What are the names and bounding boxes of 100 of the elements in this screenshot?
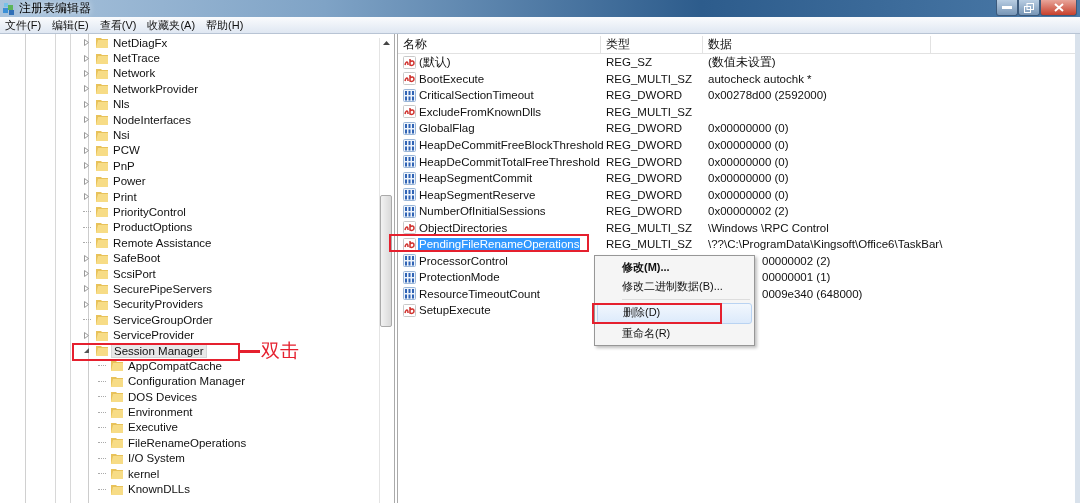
tree-item[interactable]: DOS Devices — [126, 390, 200, 403]
folder-icon — [110, 390, 124, 404]
menu-item[interactable]: 修改二进制数据(B)... — [597, 277, 752, 296]
value-type: REG_DWORD — [606, 188, 683, 201]
tree-item[interactable]: Configuration Manager — [126, 375, 247, 388]
folder-icon — [95, 344, 109, 357]
folder-icon — [95, 251, 109, 265]
value-type: REG_DWORD — [606, 155, 683, 168]
scrollbar[interactable] — [379, 38, 392, 503]
annotation-label: 双击 — [261, 339, 299, 363]
menu-item[interactable]: 文件(F) — [5, 17, 42, 33]
folder-icon — [110, 405, 124, 419]
tree-item[interactable]: ServiceProvider — [111, 329, 197, 342]
tree-item[interactable]: SecurePipeServers — [111, 282, 215, 295]
column-header[interactable]: 名称 — [398, 36, 601, 53]
value-name[interactable]: HeapSegmentCommit — [418, 172, 534, 185]
folder-icon — [95, 236, 109, 250]
value-name[interactable]: ExcludeFromKnownDlls — [418, 105, 543, 118]
maximize-button[interactable] — [1018, 0, 1040, 16]
value-type: REG_MULTI_SZ — [606, 238, 693, 251]
tree-item[interactable]: ProductOptions — [111, 221, 195, 234]
folder-icon — [95, 190, 109, 204]
folder-icon — [110, 420, 124, 434]
string-value-icon — [403, 55, 416, 69]
value-data: autocheck autochk * — [708, 72, 812, 85]
folder-icon — [95, 220, 109, 234]
column-header[interactable]: 类型 — [601, 36, 703, 53]
folder-icon — [95, 267, 109, 281]
tree-item[interactable]: NodeInterfaces — [111, 113, 193, 126]
value-data: 0x00278d00 (2592000) — [708, 89, 827, 102]
string-value-icon — [403, 221, 416, 235]
tree-item[interactable]: SafeBoot — [111, 252, 163, 265]
scroll-up-icon[interactable] — [382, 41, 390, 45]
folder-icon — [95, 159, 109, 173]
binary-value-icon — [403, 270, 416, 284]
binary-value-icon — [403, 204, 416, 218]
tree-item[interactable]: PCW — [111, 144, 142, 157]
tree-item[interactable]: SecurityProviders — [111, 298, 206, 311]
value-name[interactable]: (默认) — [418, 54, 452, 70]
value-type: REG_DWORD — [606, 89, 683, 102]
value-type: REG_SZ — [606, 56, 652, 69]
binary-value-icon — [403, 138, 416, 152]
value-data: \??\C:\ProgramData\Kingsoft\Office6\TaskBar\ — [708, 238, 943, 251]
tree-item[interactable]: NetTrace — [111, 52, 162, 65]
tree-item[interactable]: Network — [111, 67, 158, 80]
tree-item[interactable]: I/O System — [126, 452, 187, 465]
tree-item[interactable]: Power — [111, 175, 148, 188]
menu-item[interactable]: 帮助(H) — [206, 17, 244, 33]
tree-item[interactable]: AppCompatCache — [126, 359, 224, 372]
tree-item[interactable]: Nsi — [111, 129, 132, 142]
folder-icon — [95, 328, 109, 342]
value-name[interactable]: ObjectDirectories — [418, 221, 509, 234]
tree-item[interactable]: Environment — [126, 406, 195, 419]
scrollbar-thumb[interactable] — [380, 195, 392, 327]
menu-item[interactable]: 修改(M)... — [597, 258, 752, 277]
close-button[interactable] — [1040, 0, 1077, 16]
value-type: REG_MULTI_SZ — [606, 221, 693, 234]
value-name[interactable]: ProtectionMode — [418, 271, 501, 284]
tree-item[interactable]: PriorityControl — [111, 206, 188, 218]
value-data: 0009e340 (648000) — [762, 287, 863, 300]
menu-item[interactable]: 查看(V) — [99, 17, 137, 33]
value-name[interactable]: GlobalFlag — [418, 122, 476, 135]
string-value-icon — [403, 105, 416, 119]
value-type: REG_DWORD — [606, 172, 683, 185]
value-name[interactable]: HeapSegmentReserve — [418, 188, 537, 201]
value-type: REG_DWORD — [606, 205, 683, 218]
tree-item[interactable]: PnP — [111, 159, 137, 172]
tree-item[interactable]: NetDiagFx — [111, 36, 170, 49]
string-value-icon — [403, 237, 416, 251]
folder-icon — [95, 143, 109, 157]
minimize-button[interactable] — [996, 0, 1018, 16]
value-name[interactable]: ResourceTimeoutCount — [418, 287, 542, 300]
value-name[interactable]: SetupExecute — [418, 304, 492, 317]
binary-value-icon — [403, 155, 416, 169]
folder-icon — [110, 359, 124, 373]
value-data: 0x00000000 (0) — [708, 139, 789, 151]
tree-item[interactable]: kernel — [126, 467, 162, 480]
tree-item[interactable]: FileRenameOperations — [126, 436, 249, 449]
value-name[interactable]: ProcessorControl — [418, 254, 509, 267]
value-name[interactable]: BootExecute — [418, 72, 486, 85]
tree-item[interactable]: ServiceGroupOrder — [111, 313, 215, 326]
value-type: REG_DWORD — [606, 139, 683, 151]
tree-item[interactable]: KnownDLLs — [126, 483, 192, 495]
tree-item[interactable]: Print — [111, 190, 139, 203]
column-header[interactable]: 数据 — [703, 36, 931, 53]
menu-item[interactable]: 重命名(R) — [597, 324, 752, 343]
menu-item[interactable]: 编辑(E) — [52, 17, 89, 33]
expander-icon[interactable] — [83, 347, 90, 354]
tree-item[interactable]: Remote Assistance — [111, 236, 214, 249]
value-type: REG_MULTI_SZ — [606, 105, 693, 118]
value-name[interactable]: NumberOfInitialSessions — [418, 205, 547, 218]
registry-cubes-icon — [2, 1, 16, 16]
tree-item[interactable]: Nls — [111, 98, 132, 111]
tree-item[interactable]: ScsiPort — [111, 267, 158, 280]
value-name[interactable]: HeapDeCommitTotalFreeThreshold — [418, 155, 601, 168]
menu-item[interactable]: 收藏夹(A) — [147, 17, 196, 33]
tree-item[interactable]: NetworkProvider — [111, 82, 200, 95]
value-name[interactable]: HeapDeCommitFreeBlockThreshold — [418, 139, 605, 151]
tree-item[interactable]: Executive — [126, 421, 180, 434]
value-name[interactable]: CriticalSectionTimeout — [418, 89, 535, 102]
